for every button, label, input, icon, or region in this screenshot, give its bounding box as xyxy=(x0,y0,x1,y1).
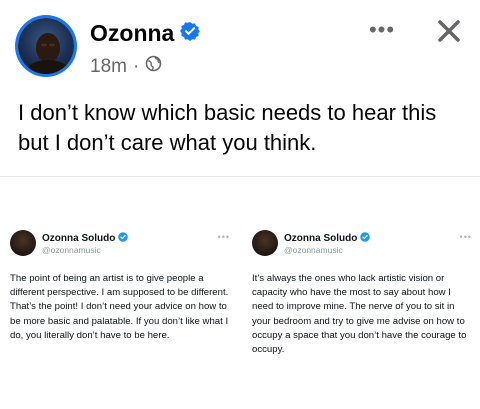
verified-badge-icon xyxy=(118,232,129,245)
meta-separator: · xyxy=(132,55,140,77)
tweet-name-row: Ozonna Soludo xyxy=(284,232,371,245)
tweet-avatar xyxy=(10,230,36,256)
author-avatar[interactable] xyxy=(18,18,74,74)
verified-badge-icon xyxy=(360,232,371,245)
tweet-name-row: Ozonna Soludo xyxy=(42,232,129,245)
author-name-row: Ozonna xyxy=(90,20,201,47)
tweet-screenshot-1[interactable]: Ozonna Soludo @ozonnamusic ••• The point… xyxy=(8,220,236,390)
tweet-more-icon: ••• xyxy=(217,232,230,242)
tweet-more-icon: ••• xyxy=(459,232,472,242)
globe-icon xyxy=(145,55,162,78)
tweet-screenshot-2[interactable]: Ozonna Soludo @ozonnamusic ••• It’s alwa… xyxy=(250,220,478,390)
tweet-author-name: Ozonna Soludo xyxy=(284,233,358,244)
tweet-avatar xyxy=(252,230,278,256)
more-options-button[interactable]: ••• xyxy=(364,16,400,44)
tweet-text: It’s always the ones who lack artistic v… xyxy=(252,273,467,356)
author-name[interactable]: Ozonna xyxy=(90,20,174,47)
post-text: I don’t know which basic needs to hear t… xyxy=(18,100,437,155)
post-meta: 18m · xyxy=(90,55,162,78)
post-timestamp[interactable]: 18m xyxy=(90,56,127,78)
tweet-handle: @ozonnamusic xyxy=(284,245,343,255)
divider xyxy=(0,176,480,177)
tweet-author-name: Ozonna Soludo xyxy=(42,233,116,244)
close-icon xyxy=(438,20,460,42)
tweet-text: The point of being an artist is to give … xyxy=(10,273,229,341)
post-header: Ozonna 18m · ••• xyxy=(0,0,480,95)
tweet-handle: @ozonnamusic xyxy=(42,245,101,255)
verified-badge-icon xyxy=(180,20,201,47)
close-button[interactable] xyxy=(432,14,466,48)
